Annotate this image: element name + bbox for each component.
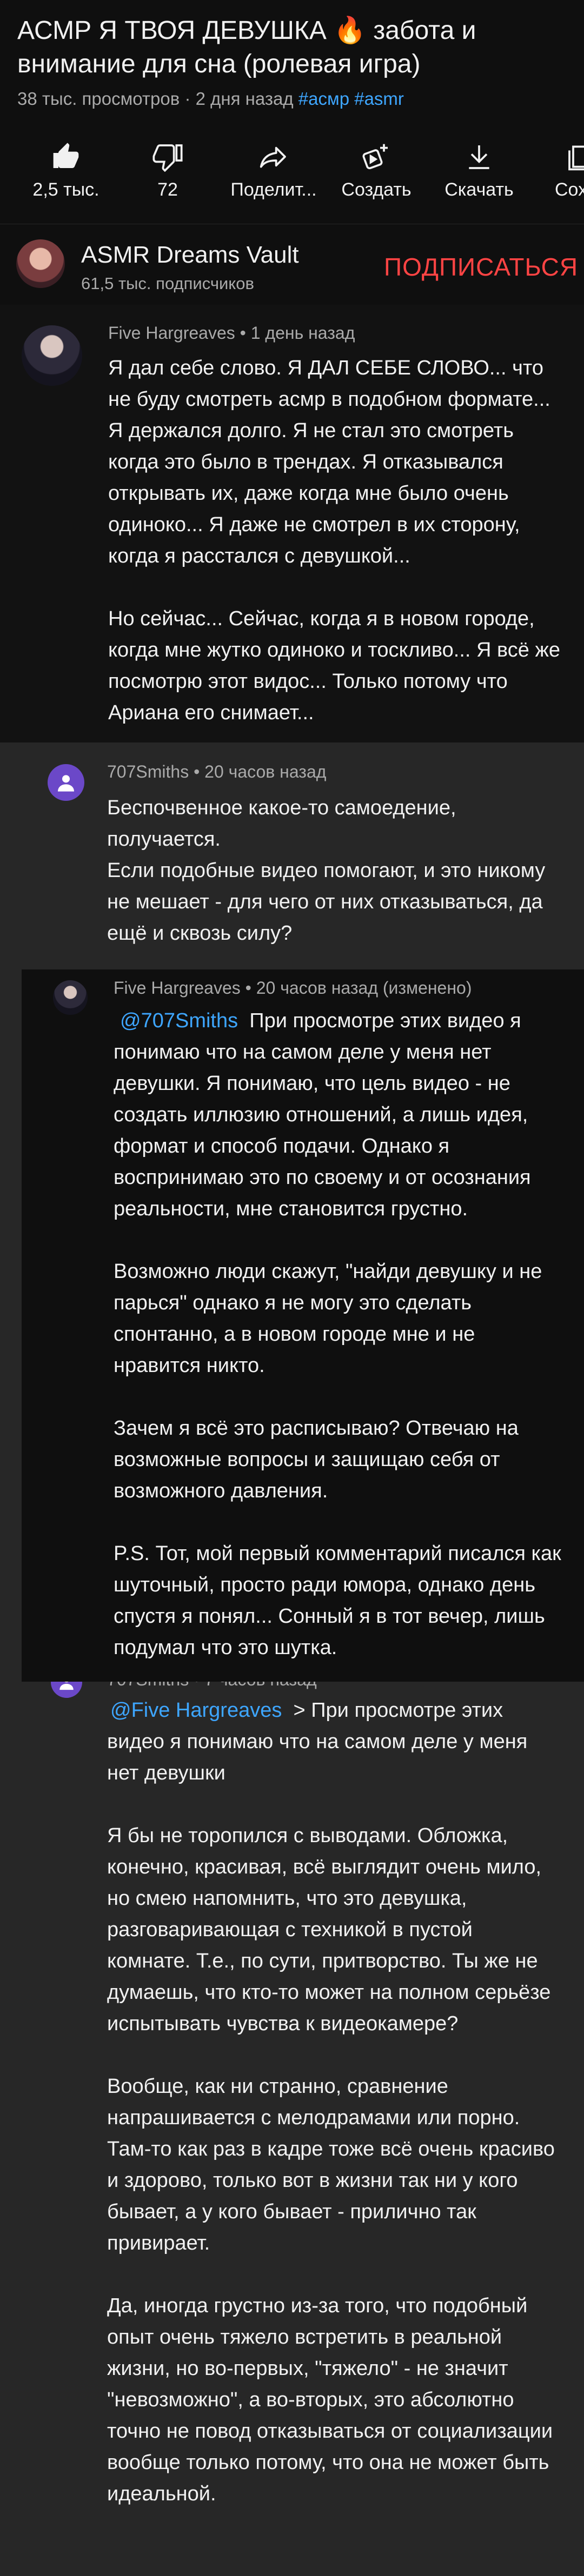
subscriber-count: 61,5 тыс. подписчиков [81,274,254,293]
comment-meta: Five Hargreaves • 20 часов назад (измене… [114,978,472,998]
comment-paragraph: При просмотре этих видео я понимаю что н… [114,1009,531,1220]
create-label: Создать [341,179,412,200]
comment-reply: 707Smiths • 7 часов назад @Five Hargreav… [0,1682,584,2576]
person-icon [58,775,74,792]
comment-time: 7 часов назад [204,1682,316,1689]
comment-paragraph: Возможно люди скажут, "найди девушку и н… [114,1260,542,1377]
thumb-down-icon [152,144,183,172]
comment-paragraph: Зачем я всё это расписываю? Отвечаю на в… [114,1417,519,1502]
comment-author[interactable]: 707Smiths [107,762,189,781]
download-icon [469,145,489,169]
avatar[interactable] [22,325,82,386]
comment-meta: 707Smiths • 7 часов назад [107,1682,317,1690]
person-icon [59,1682,74,1690]
dislike-button[interactable]: 72 [114,142,222,200]
mention-link[interactable]: @Five Hargreaves [110,1699,282,1722]
comment-text: @Five Hargreaves > При просмотре этих ви… [107,1695,561,2510]
comment-time: 20 часов назад (изменено) [256,978,472,998]
comment-paragraph: P.S. Тот, мой первый комментарий писался… [114,1542,561,1659]
channel-avatar[interactable] [16,239,65,288]
video-title[interactable]: АСМР Я ТВОЯ ДЕВУШКА 🔥 забота и внимание … [17,14,504,81]
download-label: Скачать [444,179,514,200]
comment-paragraph: Беспочвенное какое-то самоедение, получа… [107,797,456,851]
create-button[interactable]: Создать [322,142,430,200]
subscribe-button[interactable]: ПОДПИСАТЬСЯ [384,252,578,282]
avatar[interactable] [48,764,84,801]
like-button[interactable]: 2,5 тыс. [12,142,120,200]
comment-author[interactable]: Five Hargreaves [114,978,241,998]
channel-name[interactable]: ASMR Dreams Vault [81,242,299,269]
hashtag[interactable]: #асмр [298,89,349,109]
comment-text: Беспочвенное какое-то самоедение, получа… [107,792,550,949]
save-to-playlist-icon [568,145,584,171]
comment-paragraph: Я бы не торопился с выводами. Обложка, к… [107,1824,551,2035]
comment: 707Smiths • 20 часов назад Беспочвенное … [0,742,584,969]
share-icon [260,146,286,168]
share-button[interactable]: Поделит... [220,142,328,200]
comment-meta: 707Smiths • 20 часов назад [107,762,327,781]
comment-meta: Five Hargreaves • 1 день назад [108,323,355,343]
comment-paragraph: Но сейчас... Сейчас, когда я в новом гор… [108,607,561,724]
channel-row: ASMR Dreams Vault 61,5 тыс. подписчиков … [0,224,584,305]
mention-link[interactable]: @707Smiths [120,1009,238,1032]
avatar[interactable] [53,980,88,1015]
save-button[interactable]: Сохра [517,142,584,200]
comment-reply: Five Hargreaves • 20 часов назад (измене… [0,969,584,1682]
video-meta: 38 тыс. просмотров · 2 дня назад #асмр #… [17,89,404,109]
comment-paragraph: Если подобные видео помогают, и это нико… [107,859,546,945]
upload-age: 2 дня назад [195,89,294,109]
save-label: Сохра [555,179,584,200]
video-header: АСМР Я ТВОЯ ДЕВУШКА 🔥 забота и внимание … [0,0,584,224]
like-count: 2,5 тыс. [32,179,99,200]
comment: Five Hargreaves • 1 день назад Я дал себ… [0,305,584,742]
highlighted-reply: Five Hargreaves • 20 часов назад (измене… [22,969,584,1682]
comment-time: 20 часов назад [204,762,327,781]
comment-paragraph: Я дал себе слово. Я ДАЛ СЕБЕ СЛОВО... чт… [108,357,550,567]
comment-text: Я дал себе слово. Я ДАЛ СЕБЕ СЛОВО... чт… [108,352,562,728]
view-count: 38 тыс. просмотров [17,89,180,109]
comment-text: @707Smiths При просмотре этих видео я по… [114,1005,562,1663]
create-icon [362,144,388,170]
comment-author[interactable]: Five Hargreaves [108,323,235,343]
comment-time: 1 день назад [250,323,355,343]
share-label: Поделит... [230,179,317,200]
dislike-count: 72 [157,179,178,200]
hashtag[interactable]: #asmr [354,89,404,109]
thumb-up-icon [53,143,79,168]
comment-author[interactable]: 707Smiths [107,1682,189,1689]
avatar[interactable] [51,1682,82,1698]
comment-paragraph: Да, иногда грустно из-за того, что подоб… [107,2294,553,2505]
comment-paragraph: Вообще, как ни странно, сравнение напраш… [107,2075,555,2254]
